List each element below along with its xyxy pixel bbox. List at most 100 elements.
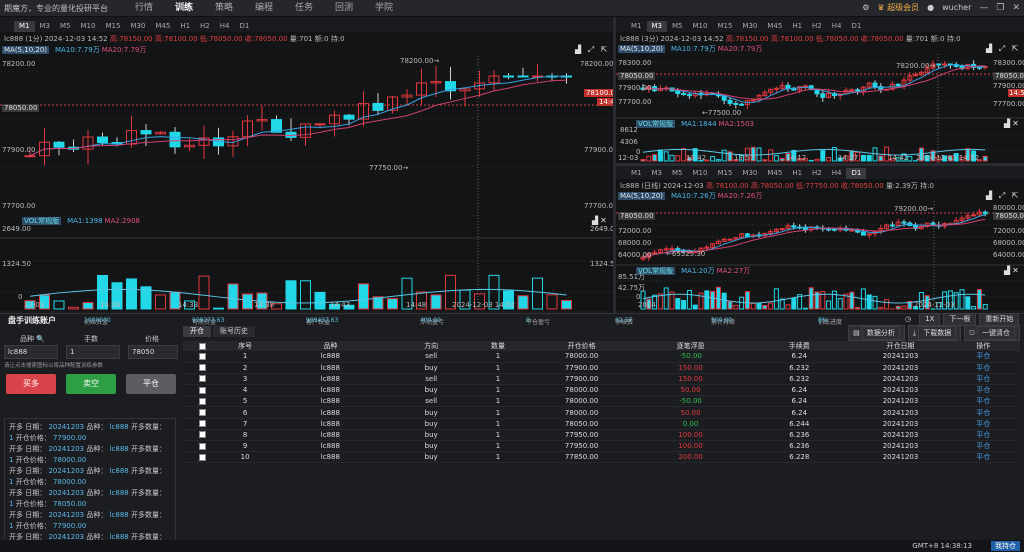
close-position-link[interactable]: 平仓 — [946, 351, 1020, 363]
table-row[interactable]: 9 lc888 buy 1 77950.00 100.00 6.236 20241203 平仓 — [183, 440, 1020, 453]
row-checkbox[interactable] — [198, 352, 206, 360]
row-checkbox[interactable] — [198, 386, 206, 394]
close-position-link[interactable]: 平仓 — [946, 395, 1020, 408]
clock-icon[interactable]: ◷ — [900, 314, 916, 325]
table-row[interactable]: 3 lc888 sell 1 77900.00 150.00 6.232 20241203 平仓 — [183, 373, 1020, 386]
panel-splitter-h[interactable] — [616, 163, 1024, 166]
close-button[interactable]: ✕ — [1012, 3, 1020, 13]
nav-3[interactable]: 编程 — [244, 2, 284, 15]
period-tab[interactable]: M30 — [125, 21, 150, 32]
main-chart-panel[interactable]: lc888 (1分) 2024-12-03 14:52 高:78150.00 高… — [0, 32, 613, 311]
vip-badge[interactable]: ♛ 超级会员 — [877, 2, 919, 13]
close-position-link[interactable]: 平仓 — [946, 418, 1020, 430]
period-tab[interactable]: H2 — [807, 21, 827, 32]
next-bar-button[interactable]: 下一根 — [943, 313, 977, 326]
vol-tools-icon[interactable]: ▟✕ — [592, 216, 609, 225]
tr-chart-panel[interactable]: lc888 (3分) 2024-12-03 14:52 高:78150.00 高… — [616, 32, 1024, 163]
tr-tools-icon[interactable]: ▟ ⤢ ⇱ — [986, 44, 1020, 54]
select-all-checkbox[interactable] — [198, 342, 206, 350]
period-tab[interactable]: M3 — [35, 21, 56, 32]
period-tab[interactable]: M10 — [76, 21, 101, 32]
close-position-link[interactable]: 平仓 — [946, 451, 1020, 464]
period-tab[interactable]: M30 — [737, 168, 762, 179]
tr-vol-tools-icon[interactable]: ▟✕ — [1004, 119, 1021, 128]
tr-candlestick-chart[interactable] — [616, 54, 1024, 163]
close-position-link[interactable]: 平仓 — [946, 406, 1020, 419]
period-tab[interactable]: H1 — [787, 168, 807, 179]
period-tab[interactable]: H1 — [175, 21, 195, 32]
close-position-link[interactable]: 平仓 — [946, 373, 1020, 386]
settings-icon[interactable]: ⚙ — [862, 3, 869, 12]
period-tab[interactable]: H1 — [787, 21, 807, 32]
period-tab[interactable]: H4 — [827, 168, 847, 179]
close-position-link[interactable]: 平仓 — [946, 429, 1020, 442]
period-tab[interactable]: M10 — [688, 21, 713, 32]
download-data-button[interactable]: ⤓ 下载数据 — [907, 325, 962, 341]
row-checkbox[interactable] — [198, 453, 206, 461]
row-checkbox[interactable] — [198, 442, 206, 450]
sell-short-button[interactable]: 卖空 — [66, 374, 116, 394]
table-row[interactable]: 8 lc888 buy 1 77950.00 100.00 6.236 20241203 平仓 — [183, 429, 1020, 442]
table-row[interactable]: 2 lc888 buy 1 77900.00 150.00 6.232 20241203 平仓 — [183, 362, 1020, 374]
clear-all-button[interactable]: ⎋ 一键清仓 — [964, 325, 1020, 341]
period-tab[interactable]: M5 — [55, 21, 76, 32]
period-tab[interactable]: M5 — [667, 21, 688, 32]
nav-1[interactable]: 训练 — [164, 2, 204, 15]
close-position-link[interactable]: 平仓 — [946, 384, 1020, 397]
period-tab[interactable]: D1 — [234, 21, 254, 32]
tab-history[interactable]: 账号历史 — [213, 326, 255, 337]
period-tab[interactable]: M30 — [737, 21, 762, 32]
restart-button[interactable]: 重新开始 — [979, 313, 1020, 326]
main-candlestick-chart[interactable] — [0, 56, 613, 311]
close-position-link[interactable]: 平仓 — [946, 440, 1020, 453]
qty-input[interactable]: 1 — [66, 345, 120, 359]
period-tab[interactable]: M1 — [626, 21, 647, 32]
period-tab[interactable]: M10 — [688, 168, 713, 179]
row-checkbox[interactable] — [198, 397, 206, 405]
speed-select[interactable]: 1X — [919, 313, 941, 326]
period-tab[interactable]: M3 — [646, 21, 667, 32]
price-input[interactable]: 78050 — [128, 345, 178, 359]
row-checkbox[interactable] — [198, 364, 206, 372]
period-tab[interactable]: D1 — [846, 21, 866, 32]
table-row[interactable]: 4 lc888 buy 1 78000.00 50.00 6.24 20241203 平仓 — [183, 384, 1020, 397]
table-row[interactable]: 5 lc888 sell 1 78000.00 -50.00 6.24 20241203 平仓 — [183, 395, 1020, 408]
table-row[interactable]: 7 lc888 buy 1 78050.00 0.00 6.244 20241203 平仓 — [183, 418, 1020, 430]
row-checkbox[interactable] — [198, 375, 206, 383]
period-tab[interactable]: M1 — [626, 168, 647, 179]
row-checkbox[interactable] — [198, 420, 206, 428]
row-checkbox[interactable] — [198, 431, 206, 439]
data-analysis-button[interactable]: ▤ 数据分析 — [848, 325, 905, 341]
nav-6[interactable]: 学院 — [364, 2, 404, 15]
row-checkbox[interactable] — [198, 409, 206, 417]
period-tab[interactable]: M15 — [712, 21, 737, 32]
table-row[interactable]: 6 lc888 buy 1 78000.00 50.00 6.24 20241203 平仓 — [183, 406, 1020, 419]
period-tab[interactable]: M45 — [762, 21, 787, 32]
br-tools-icon[interactable]: ▟ ⤢ ⇱ — [986, 191, 1020, 201]
period-tab[interactable]: M45 — [150, 21, 175, 32]
period-tab[interactable]: M15 — [712, 168, 737, 179]
minimize-button[interactable]: — — [979, 3, 988, 13]
period-tab[interactable]: M1 — [14, 21, 35, 32]
my-positions-button[interactable]: 我持仓 — [991, 541, 1020, 551]
period-tab[interactable]: D1 — [846, 168, 867, 179]
br-chart-panel[interactable]: lc888 (日线) 2024-12-03 高:78100.00 高:78050… — [616, 179, 1024, 311]
tab-open[interactable]: 开仓 — [183, 326, 211, 337]
period-tab[interactable]: M15 — [100, 21, 125, 32]
br-vol-tools-icon[interactable]: ▟✕ — [1004, 266, 1021, 275]
period-tab[interactable]: M3 — [647, 168, 668, 179]
period-tab[interactable]: H4 — [827, 21, 847, 32]
period-tab[interactable]: H2 — [195, 21, 215, 32]
close-position-button[interactable]: 平仓 — [126, 374, 176, 394]
user-avatar[interactable]: ● — [927, 3, 934, 12]
trade-log[interactable]: 开多 日期： 20241203 品种： lc888 开多数量： 1 开仓价格： … — [4, 418, 176, 543]
search-icon[interactable]: 🔍 — [36, 335, 45, 343]
nav-0[interactable]: 行情 — [124, 2, 164, 15]
period-tab[interactable]: H2 — [807, 168, 827, 179]
chart-tools-icon[interactable]: ▟ ⤢ ⇱ — [575, 45, 609, 55]
maximize-button[interactable]: ❐ — [996, 3, 1004, 13]
user-name[interactable]: wucher — [942, 3, 971, 12]
period-tab[interactable]: H4 — [215, 21, 235, 32]
table-row[interactable]: 1 lc888 sell 1 78000.00 -50.00 6.24 20241203 平仓 — [183, 351, 1020, 363]
buy-long-button[interactable]: 买多 — [6, 374, 56, 394]
